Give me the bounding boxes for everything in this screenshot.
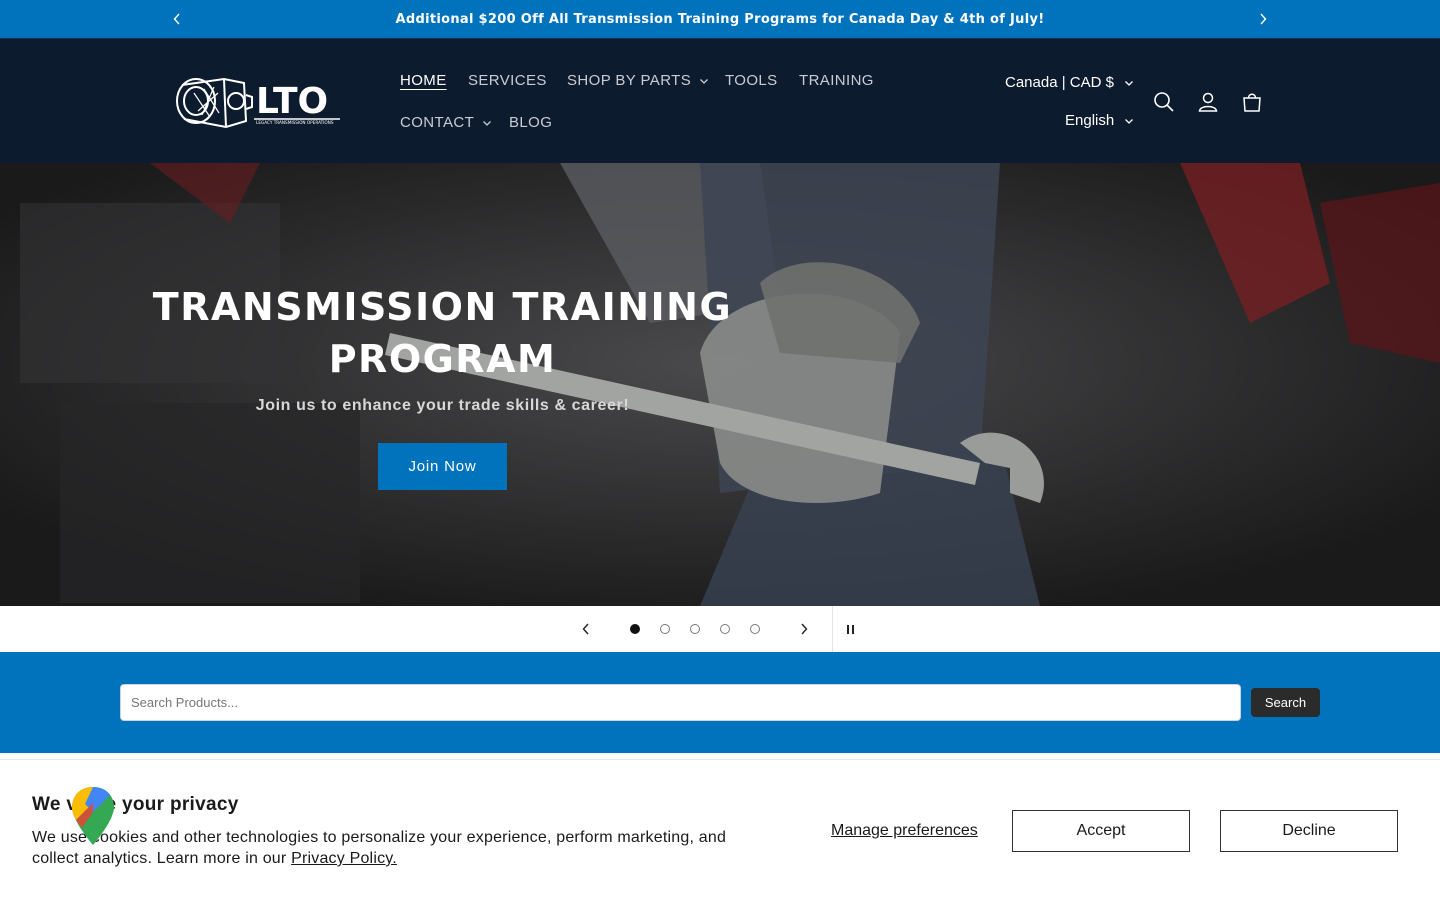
hero-title: TRANSMISSION TRAINING PROGRAM <box>140 281 745 385</box>
cookie-title: We value your privacy <box>32 794 239 815</box>
slider-controls <box>0 606 1440 652</box>
logo-tagline: LEGACY TRANSMISSION OPERATIONS <box>256 120 334 125</box>
slide-dot-1[interactable] <box>630 624 640 634</box>
slide-dot-5[interactable] <box>750 624 760 634</box>
slide-dot-4[interactable] <box>720 624 730 634</box>
nav-home[interactable]: HOME <box>400 72 447 89</box>
pause-icon[interactable] <box>840 619 860 639</box>
nav-label: TOOLS <box>725 72 778 89</box>
nav-label: CONTACT <box>400 114 475 131</box>
search-button[interactable]: Search <box>1251 688 1320 717</box>
decline-button[interactable]: Decline <box>1220 810 1398 852</box>
hero-title-line-2: PROGRAM <box>328 337 557 381</box>
slider-divider <box>832 606 833 652</box>
nav-label: BLOG <box>509 114 553 131</box>
nav-tools[interactable]: TOOLS <box>725 72 778 89</box>
announcement-bar: Additional $200 Off All Transmission Tra… <box>0 0 1440 38</box>
search-products-input[interactable] <box>120 684 1241 721</box>
accept-button[interactable]: Accept <box>1012 810 1190 852</box>
chevron-down-icon <box>700 78 709 84</box>
nav-label: TRAINING <box>799 72 874 89</box>
announcement-text: Additional $200 Off All Transmission Tra… <box>395 11 1045 27</box>
nav-contact[interactable]: CONTACT <box>400 114 492 131</box>
chevron-left-icon[interactable] <box>167 9 187 29</box>
hero-title-line-1: TRANSMISSION TRAINING <box>152 285 733 329</box>
currency-label: Canada | CAD $ <box>1005 74 1114 91</box>
language-selector[interactable]: English <box>1065 112 1134 129</box>
transmission-graphic-icon <box>176 77 253 129</box>
slide-prev-icon[interactable] <box>576 619 596 639</box>
search-icon[interactable] <box>1151 89 1177 115</box>
nav-label: SHOP BY PARTS <box>567 72 692 89</box>
nav-blog[interactable]: BLOG <box>509 114 552 131</box>
google-maps-pin-icon[interactable] <box>70 785 116 847</box>
nav-shop-by-parts[interactable]: SHOP BY PARTS <box>567 72 709 89</box>
nav-services[interactable]: SERVICES <box>468 72 547 89</box>
manage-preferences-link[interactable]: Manage preferences <box>831 822 978 840</box>
product-search-band: Search <box>0 652 1440 753</box>
chevron-down-icon <box>1125 80 1133 86</box>
lto-logo[interactable]: LTO LEGACY TRANSMISSION OPERATIONS <box>174 73 342 131</box>
cart-icon[interactable] <box>1239 89 1265 115</box>
logo-wordmark: LTO <box>256 81 328 122</box>
join-now-button[interactable]: Join Now <box>378 443 507 490</box>
hero-subtitle: Join us to enhance your trade skills & c… <box>255 397 630 414</box>
slide-next-icon[interactable] <box>794 619 814 639</box>
slide-dot-2[interactable] <box>660 624 670 634</box>
nav-label: HOME <box>400 72 447 89</box>
nav-label: SERVICES <box>468 72 547 89</box>
hero-banner: TRANSMISSION TRAINING PROGRAM Join us to… <box>0 163 1440 606</box>
site-header: LTO LEGACY TRANSMISSION OPERATIONS HOME … <box>0 38 1440 163</box>
privacy-policy-link[interactable]: Privacy Policy. <box>291 850 397 867</box>
chevron-right-icon[interactable] <box>1253 9 1273 29</box>
cookie-banner: We value your privacy We use cookies and… <box>0 759 1440 900</box>
currency-selector[interactable]: Canada | CAD $ <box>1005 74 1134 91</box>
language-label: English <box>1065 112 1115 129</box>
chevron-down-icon <box>483 120 492 126</box>
cookie-description: We use cookies and other technologies to… <box>32 827 752 869</box>
account-icon[interactable] <box>1195 89 1221 115</box>
nav-training[interactable]: TRAINING <box>799 72 874 89</box>
slide-dot-3[interactable] <box>690 624 700 634</box>
chevron-down-icon <box>1125 118 1134 124</box>
